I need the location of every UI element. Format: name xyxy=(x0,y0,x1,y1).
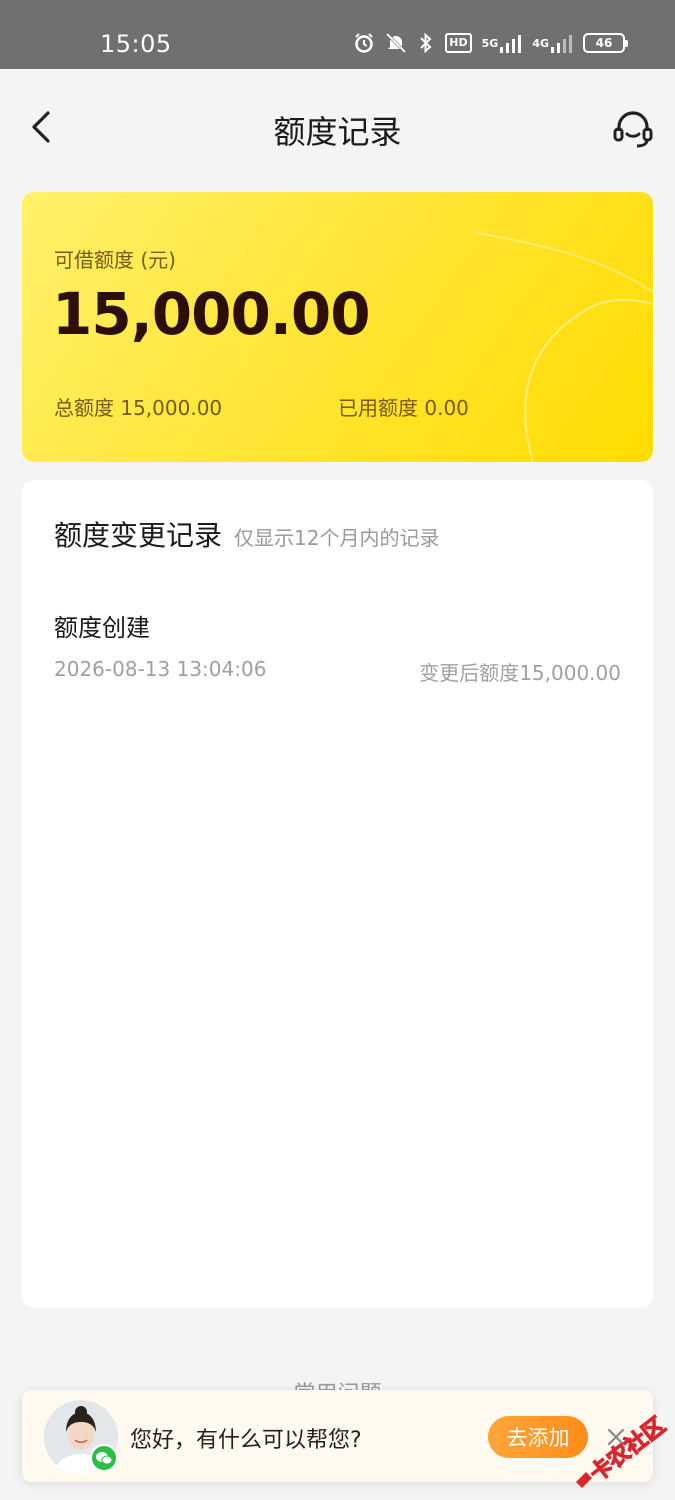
bluetooth-icon xyxy=(417,32,435,54)
card-decoration xyxy=(473,231,653,462)
records-header: 额度变更记录 仅显示12个月内的记录 xyxy=(54,514,439,554)
battery-icon: 46 xyxy=(583,33,628,53)
records-card: 额度变更记录 仅显示12个月内的记录 额度创建 2026-08-13 13:04… xyxy=(22,480,653,1308)
records-title: 额度变更记录 xyxy=(54,519,223,552)
record-name: 额度创建 xyxy=(54,614,150,642)
list-item: 额度创建 2026-08-13 13:04:06 变更后额度15,000.00 xyxy=(54,608,621,686)
records-hint: 仅显示12个月内的记录 xyxy=(234,526,440,550)
signal-4g-icon: 4G xyxy=(532,33,573,53)
signal-5g-icon: 5G xyxy=(482,33,523,53)
used-quota: 已用额度 0.00 xyxy=(338,396,469,420)
page-title: 额度记录 xyxy=(273,113,402,151)
watermark-logo: 卡农社区 xyxy=(576,1412,671,1488)
record-meta: 2026-08-13 13:04:06 变更后额度15,000.00 xyxy=(54,657,621,686)
total-quota: 总额度 15,000.00 xyxy=(54,396,223,420)
nav-bar: 额度记录 xyxy=(0,69,675,189)
svg-text:卡农社区: 卡农社区 xyxy=(585,1412,670,1487)
status-icons: HD 5G 4G 46 xyxy=(353,28,628,58)
add-button[interactable]: 去添加 xyxy=(488,1416,588,1458)
record-after-amount: 变更后额度15,000.00 xyxy=(419,661,621,685)
chat-banner[interactable]: 您好，有什么可以帮您? 去添加 xyxy=(22,1390,653,1482)
mute-icon xyxy=(385,32,407,54)
available-quota-amount: 15,000.00 xyxy=(52,280,371,348)
status-time: 15:05 xyxy=(100,30,172,58)
hd-icon: HD xyxy=(445,33,472,53)
available-quota-label: 可借额度 (元) xyxy=(54,248,176,272)
alarm-icon xyxy=(353,32,375,54)
customer-service-button[interactable] xyxy=(611,107,655,151)
headset-icon xyxy=(613,111,653,148)
chat-message: 您好，有什么可以帮您? xyxy=(130,1428,362,1453)
status-bar: 15:05 HD 5G 4G 46 xyxy=(0,0,675,69)
wechat-icon xyxy=(90,1444,118,1472)
record-time: 2026-08-13 13:04:06 xyxy=(54,657,267,681)
quota-card: 可借额度 (元) 15,000.00 总额度 15,000.00 已用额度 0.… xyxy=(22,192,653,462)
